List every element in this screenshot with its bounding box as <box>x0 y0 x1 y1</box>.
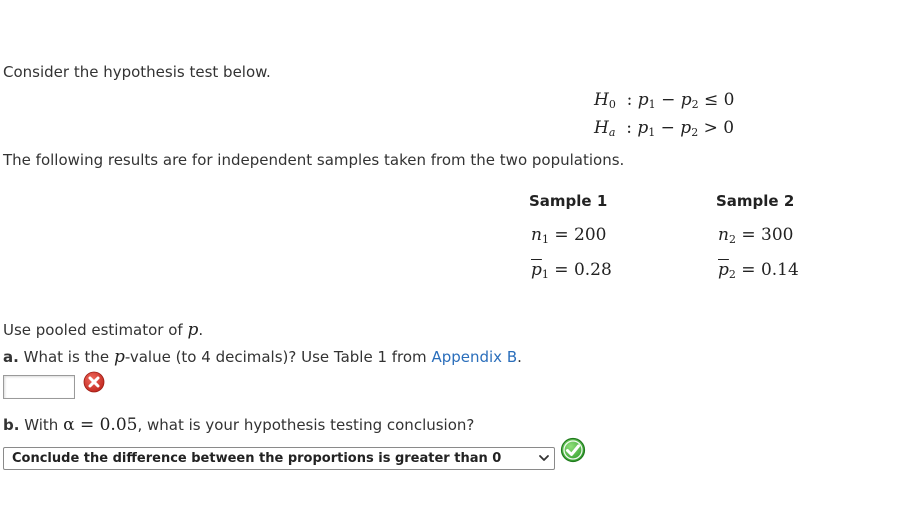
chevron-down-icon <box>539 455 549 461</box>
intro-text: Consider the hypothesis test below. <box>3 63 271 81</box>
appendix-b-link[interactable]: Appendix B <box>431 348 517 366</box>
sample1-proportion: p1 = 0.28 <box>531 260 612 281</box>
alternative-hypothesis: Ha : p1 − p2 > 0 <box>594 118 735 139</box>
x-circle-icon <box>83 371 105 393</box>
samples-description: The following results are for independen… <box>3 151 625 169</box>
pooled-instruction: Use pooled estimator of p. <box>3 320 204 340</box>
null-hypothesis: H0 : p1 − p2 ≤ 0 <box>594 90 735 111</box>
sample2-proportion: p2 = 0.14 <box>718 260 799 281</box>
conclusion-select[interactable]: Conclude the difference between the prop… <box>3 447 555 470</box>
p-value-input[interactable] <box>3 375 75 399</box>
sample1-header: Sample 1 <box>529 192 608 210</box>
question-a: a. What is the p-value (to 4 decimals)? … <box>3 347 522 367</box>
sample2-header: Sample 2 <box>716 192 795 210</box>
check-circle-icon <box>560 437 586 463</box>
question-b: b. With α = 0.05, what is your hypothesi… <box>3 415 475 435</box>
sample2-size: n2 = 300 <box>718 225 794 246</box>
conclusion-selected-value: Conclude the difference between the prop… <box>12 451 502 466</box>
sample1-size: n1 = 200 <box>531 225 607 246</box>
